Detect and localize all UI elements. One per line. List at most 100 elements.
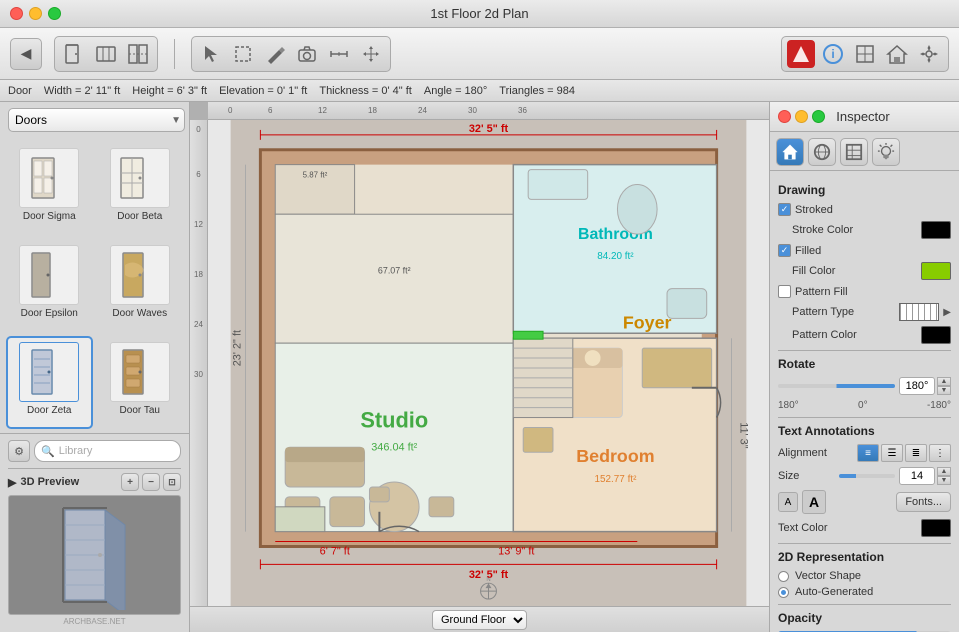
inspector-tab-texture[interactable] — [840, 138, 868, 166]
close-button[interactable] — [10, 7, 23, 20]
auto-generated-radio[interactable] — [778, 587, 789, 598]
settings-small-button[interactable]: ⚙ — [8, 440, 30, 462]
door-item-tau[interactable]: Door Tau — [97, 336, 184, 429]
toolbar-separator-1 — [174, 39, 175, 69]
fonts-button[interactable]: Fonts... — [896, 492, 951, 512]
view-2d-icon — [854, 43, 876, 65]
size-step-up[interactable]: ▲ — [937, 467, 951, 476]
door-icon-1 — [63, 43, 85, 65]
vector-shape-row: Vector Shape — [778, 570, 951, 582]
door-tool-3[interactable] — [124, 40, 152, 68]
door-zeta-svg — [24, 347, 74, 397]
category-dropdown[interactable]: Doors Windows Furniture Stairs — [8, 108, 185, 132]
text-large-button[interactable]: A — [802, 490, 826, 514]
inspector-tab-house[interactable] — [776, 138, 804, 166]
window-controls — [10, 7, 61, 20]
door-icon-zeta — [19, 342, 79, 402]
inspector-tab-light[interactable] — [872, 138, 900, 166]
inspector-window-controls — [778, 110, 825, 123]
size-row: Size 14 ▲ ▼ — [778, 467, 951, 485]
align-right-button[interactable]: ≣ — [905, 444, 927, 462]
floor-plan[interactable]: 32' 5" ft 11' 2" ft 23' 2" ft 11' 3" 5.8… — [208, 120, 769, 606]
alignment-row: Alignment ≡ ☰ ≣ ⋮ — [778, 444, 951, 462]
door-3d-preview-svg — [45, 500, 145, 610]
view-house-button[interactable] — [883, 40, 911, 68]
inspector-body: Drawing ✓ Stroked Stroke Color ✓ Filled — [770, 171, 959, 632]
pattern-type-preview[interactable] — [899, 303, 939, 321]
door-item-zeta[interactable]: Door Zeta — [6, 336, 93, 429]
camera-tool[interactable] — [293, 40, 321, 68]
ruler-tick-6: 6 — [268, 106, 272, 115]
rotate-slider[interactable] — [778, 384, 895, 388]
select-tool[interactable] — [229, 40, 257, 68]
cursor-tool[interactable] — [197, 40, 225, 68]
zoom-fit-button[interactable]: ⊡ — [163, 473, 181, 491]
ruler-top: 0 6 12 18 24 30 36 — [208, 102, 769, 120]
light-tab-icon — [877, 143, 895, 161]
floor-selector[interactable]: Ground Floor 1st Floor 2nd Floor — [432, 610, 527, 630]
pattern-color-swatch[interactable] — [921, 326, 951, 344]
minimize-button[interactable] — [29, 7, 42, 20]
search-box[interactable]: 🔍 Library — [34, 440, 181, 462]
size-slider[interactable] — [839, 474, 896, 478]
pan-tool[interactable] — [357, 40, 385, 68]
triangle-icon: ▶ — [8, 476, 16, 489]
ruler-tick-0: 0 — [228, 106, 232, 115]
inspector-tab-sphere[interactable] — [808, 138, 836, 166]
pattern-fill-checkbox[interactable] — [778, 285, 791, 298]
inspector-close-button[interactable] — [778, 110, 791, 123]
door-item-waves[interactable]: Door Waves — [97, 239, 184, 332]
rotate-step-down[interactable]: ▼ — [937, 386, 951, 395]
door-icon-2 — [95, 43, 117, 65]
zoom-out-button[interactable]: − — [142, 473, 160, 491]
inspector-min-button[interactable] — [795, 110, 808, 123]
texture-tab-icon — [845, 143, 863, 161]
canvas-bottom-bar: Ground Floor 1st Floor 2nd Floor — [190, 606, 769, 632]
back-button[interactable]: ◀ — [10, 38, 42, 70]
door-tool-1[interactable] — [60, 40, 88, 68]
ruler-tick-36: 36 — [518, 106, 527, 115]
rotate-step-up[interactable]: ▲ — [937, 377, 951, 386]
align-center-button[interactable]: ☰ — [881, 444, 903, 462]
maximize-button[interactable] — [48, 7, 61, 20]
door-item-epsilon[interactable]: Door Epsilon — [6, 239, 93, 332]
sidebar-toolbar: ⚙ 🔍 Library — [8, 440, 181, 462]
archbase-icon — [790, 43, 812, 65]
view-2d-button[interactable] — [851, 40, 879, 68]
door-icon-tau — [110, 342, 170, 402]
vector-shape-radio[interactable] — [778, 571, 789, 582]
select-icon — [233, 44, 253, 64]
align-left-button[interactable]: ≡ — [857, 444, 879, 462]
door-epsilon-label: Door Epsilon — [21, 308, 78, 319]
svg-text:Bedroom: Bedroom — [576, 446, 654, 466]
window-title: 1st Floor 2d Plan — [430, 6, 528, 21]
archbase-logo-btn[interactable] — [787, 40, 815, 68]
settings-icon — [918, 43, 940, 65]
stroke-color-swatch[interactable] — [921, 221, 951, 239]
stroked-checkbox[interactable]: ✓ — [778, 203, 791, 216]
pattern-type-arrow[interactable]: ▶ — [943, 307, 951, 318]
door-tau-label: Door Tau — [120, 405, 160, 416]
draw-tool[interactable] — [261, 40, 289, 68]
text-small-button[interactable]: A — [778, 492, 798, 512]
size-step-down[interactable]: ▼ — [937, 476, 951, 485]
stroked-row: ✓ Stroked — [778, 203, 951, 216]
measure-tool[interactable] — [325, 40, 353, 68]
fill-color-swatch[interactable] — [921, 262, 951, 280]
zoom-in-button[interactable]: + — [121, 473, 139, 491]
inspector-max-button[interactable] — [812, 110, 825, 123]
pattern-fill-label: Pattern Fill — [795, 286, 951, 298]
settings-button[interactable] — [915, 40, 943, 68]
text-color-swatch[interactable] — [921, 519, 951, 537]
filled-checkbox[interactable]: ✓ — [778, 244, 791, 257]
auto-generated-row: Auto-Generated — [778, 586, 951, 598]
door-item-sigma[interactable]: Door Sigma — [6, 142, 93, 235]
door-tool-2[interactable] — [92, 40, 120, 68]
info-button[interactable]: i — [819, 40, 847, 68]
preview-title: 3D Preview — [20, 476, 79, 488]
status-item-type: Door — [8, 85, 32, 97]
canvas-area[interactable]: 0 6 12 18 24 30 36 0 6 12 18 24 30 — [190, 102, 769, 632]
door-item-beta[interactable]: Door Beta — [97, 142, 184, 235]
align-justify-button[interactable]: ⋮ — [929, 444, 951, 462]
text-buttons-row: A A Fonts... — [778, 490, 951, 514]
